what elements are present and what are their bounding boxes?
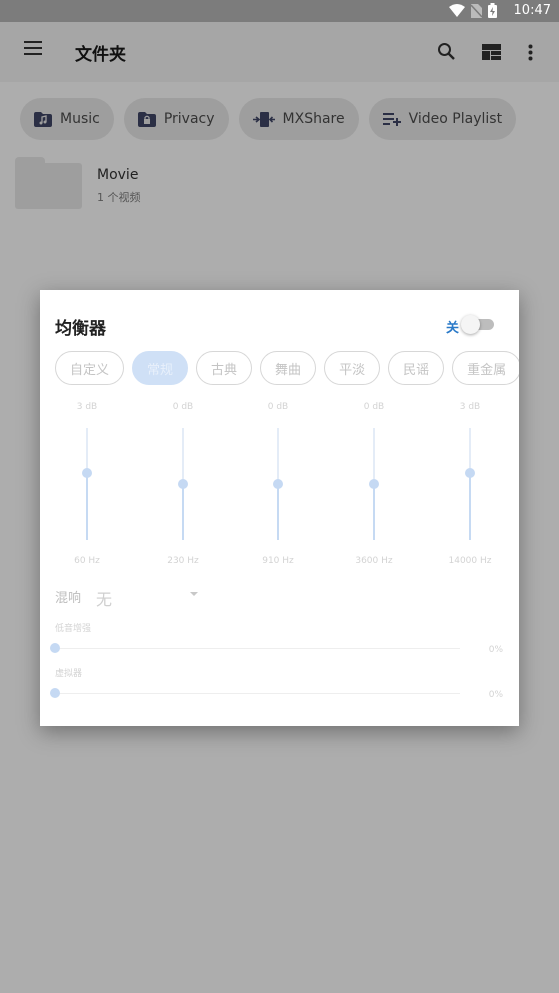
band-slider-thumb[interactable] <box>82 467 92 478</box>
virtualizer-value: 0% <box>488 690 503 700</box>
more-vert-icon[interactable] <box>528 44 533 61</box>
view-layout-icon[interactable] <box>482 44 501 60</box>
dialog-title: 均衡器 <box>55 319 106 339</box>
music-folder-icon <box>34 111 52 127</box>
menu-icon[interactable] <box>24 41 42 55</box>
chip-mxshare[interactable]: MXShare <box>238 98 359 140</box>
band-gain-label: 3 dB <box>459 402 481 412</box>
folder-icon[interactable] <box>15 157 82 209</box>
status-icons <box>449 3 497 18</box>
band-0: 3 dB 60 Hz <box>52 402 122 566</box>
preset-classical[interactable]: 古典 <box>196 351 253 385</box>
band-gain-label: 0 dB <box>363 402 385 412</box>
band-frequency-label: 230 Hz <box>167 556 199 566</box>
preset-list: 自定义 常规 古典 舞曲 平淡 民谣 重金属 <box>55 351 519 385</box>
bass-boost-value: 0% <box>488 645 503 655</box>
band-slider-thumb[interactable] <box>369 479 379 489</box>
virtualizer-thumb[interactable] <box>50 688 60 698</box>
preset-flat[interactable]: 平淡 <box>324 351 381 385</box>
chip-label: Video Playlist <box>408 111 503 127</box>
preset-custom[interactable]: 自定义 <box>55 351 125 385</box>
band-3: 0 dB 3600 Hz <box>339 402 409 566</box>
lock-folder-icon <box>137 111 156 127</box>
band-gain-label: 0 dB <box>267 402 289 412</box>
band-slider-fill <box>86 472 88 540</box>
bass-boost-thumb[interactable] <box>50 643 60 653</box>
preset-folk[interactable]: 民谣 <box>388 351 445 385</box>
chip-video-playlist[interactable]: Video Playlist <box>368 98 517 140</box>
status-bar: 10:47 <box>0 0 559 22</box>
wifi-icon <box>449 4 465 17</box>
chip-music[interactable]: Music <box>20 98 114 140</box>
equalizer-dialog: 均衡器 关 自定义 常规 古典 舞曲 平淡 民谣 重金属 3 dB 60 Hz 0 … <box>40 290 519 726</box>
page-title: 文件夹 <box>75 45 126 65</box>
status-time: 10:47 <box>513 3 551 18</box>
band-frequency-label: 910 Hz <box>262 556 294 566</box>
dropdown-arrow-icon[interactable] <box>190 592 198 596</box>
band-slider-thumb[interactable] <box>178 479 188 489</box>
app-toolbar: 文件夹 <box>0 22 559 82</box>
bass-boost-track[interactable] <box>55 648 460 649</box>
virtualizer-track[interactable] <box>55 693 460 694</box>
preset-normal[interactable]: 常规 <box>132 351 189 385</box>
band-slider-fill <box>277 484 279 540</box>
no-sim-icon <box>471 3 482 18</box>
share-icon <box>252 111 275 127</box>
reverb-select[interactable]: 无 <box>96 586 112 610</box>
folder-video-count: 1 个视频 <box>97 191 141 204</box>
preset-heavy-metal[interactable]: 重金属 <box>452 351 519 385</box>
chip-label: Privacy <box>163 111 215 127</box>
chip-label: MXShare <box>282 111 345 127</box>
toggle-knob[interactable] <box>461 315 480 334</box>
folder-chips: Music Privacy MXShare Video Playlist <box>20 98 517 140</box>
virtualizer-label: 虚拟器 <box>55 669 83 679</box>
band-4: 3 dB 14000 Hz <box>435 402 505 566</box>
band-1: 0 dB 230 Hz <box>148 402 218 566</box>
band-gain-label: 3 dB <box>76 402 98 412</box>
band-2: 0 dB 910 Hz <box>243 402 313 566</box>
band-frequency-label: 60 Hz <box>74 556 100 566</box>
band-slider-thumb[interactable] <box>465 467 475 478</box>
bass-boost-label: 低音增强 <box>55 624 92 634</box>
band-slider-fill <box>182 484 184 540</box>
band-gain-label: 0 dB <box>172 402 194 412</box>
search-icon[interactable] <box>437 42 456 61</box>
band-slider-fill <box>469 472 471 540</box>
band-slider-fill <box>373 484 375 540</box>
chip-privacy[interactable]: Privacy <box>123 98 229 140</box>
reverb-label: 混响 <box>55 591 82 606</box>
folder-name[interactable]: Movie <box>97 167 138 183</box>
switch-label: 关 <box>446 321 460 336</box>
chip-label: Music <box>60 111 100 127</box>
playlist-add-icon <box>382 113 401 126</box>
band-slider-thumb[interactable] <box>273 479 283 489</box>
battery-charging-icon <box>488 3 497 18</box>
band-frequency-label: 3600 Hz <box>355 556 393 566</box>
preset-dance[interactable]: 舞曲 <box>260 351 317 385</box>
band-frequency-label: 14000 Hz <box>448 556 492 566</box>
